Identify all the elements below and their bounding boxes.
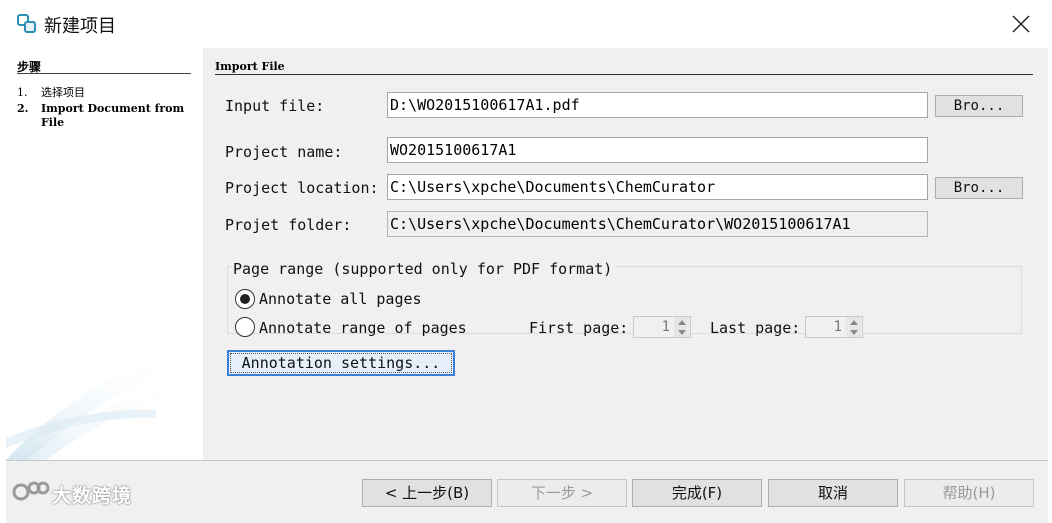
input-file-label: Input file:	[225, 97, 325, 115]
next-button[interactable]: 下一步 >	[497, 479, 627, 507]
close-button[interactable]	[1004, 8, 1038, 40]
section-title: Import File	[215, 60, 285, 73]
first-page-label: First page:	[529, 319, 629, 337]
step-number: 2.	[17, 102, 29, 115]
project-folder-field: C:\Users\xpche\Documents\ChemCurator\WO2…	[387, 211, 928, 237]
wizard-footer: 大数跨境 < 上一步(B) 下一步 > 完成(F) 取消 帮助(H)	[6, 460, 1048, 523]
project-name-field[interactable]: WO2015100617A1	[387, 137, 928, 163]
last-page-value: 1	[833, 319, 842, 335]
annotate-range-label[interactable]: Annotate range of pages	[259, 319, 467, 337]
last-page-spinner[interactable]: 1	[805, 316, 863, 338]
back-button[interactable]: < 上一步(B)	[362, 479, 492, 507]
finish-button[interactable]: 完成(F)	[632, 479, 762, 507]
step-label: Import Document from File	[41, 102, 185, 129]
spin-down-icon[interactable]	[674, 327, 689, 337]
spin-down-icon[interactable]	[846, 327, 861, 337]
steps-sidebar: 步骤 1. 选择项目 2. Import Document from File	[6, 48, 202, 460]
project-location-field[interactable]: C:\Users\xpche\Documents\ChemCurator	[387, 174, 928, 200]
steps-divider	[17, 73, 191, 74]
radio-annotate-range[interactable]	[235, 317, 255, 337]
new-project-icon	[17, 14, 36, 33]
help-button[interactable]: 帮助(H)	[904, 479, 1034, 507]
project-name-label: Project name:	[225, 143, 343, 161]
last-page-label: Last page:	[710, 319, 801, 337]
browse-location-button[interactable]: Bro...	[935, 177, 1023, 199]
section-divider	[215, 74, 1033, 75]
watermark-text: 大数跨境	[52, 485, 133, 507]
first-page-spinner[interactable]: 1	[633, 316, 691, 338]
title-bar: 新建项目	[0, 0, 1052, 48]
cancel-button[interactable]: 取消	[768, 479, 898, 507]
spin-up-icon[interactable]	[846, 317, 861, 327]
radio-annotate-all[interactable]	[235, 289, 255, 309]
annotate-all-label[interactable]: Annotate all pages	[259, 290, 422, 308]
close-icon	[1012, 15, 1030, 33]
spin-up-icon[interactable]	[674, 317, 689, 327]
page-range-legend: Page range (supported only for PDF forma…	[233, 260, 617, 278]
project-location-label: Project location:	[225, 179, 379, 197]
browse-input-file-button[interactable]: Bro...	[935, 95, 1023, 117]
annotation-settings-button[interactable]: Annotation settings...	[227, 350, 455, 376]
decorative-swoosh	[6, 358, 190, 460]
first-page-value: 1	[661, 319, 670, 335]
input-file-field[interactable]: D:\WO2015100617A1.pdf	[387, 92, 928, 118]
step-number: 1.	[17, 86, 28, 99]
project-folder-label: Projet folder:	[225, 216, 352, 234]
watermark-logo-icon	[12, 481, 50, 501]
step-label: 选择项目	[41, 86, 85, 99]
window-title: 新建项目	[44, 16, 116, 37]
main-panel: Import File Input file: D:\WO2015100617A…	[203, 48, 1048, 460]
watermark: 大数跨境	[6, 473, 206, 513]
